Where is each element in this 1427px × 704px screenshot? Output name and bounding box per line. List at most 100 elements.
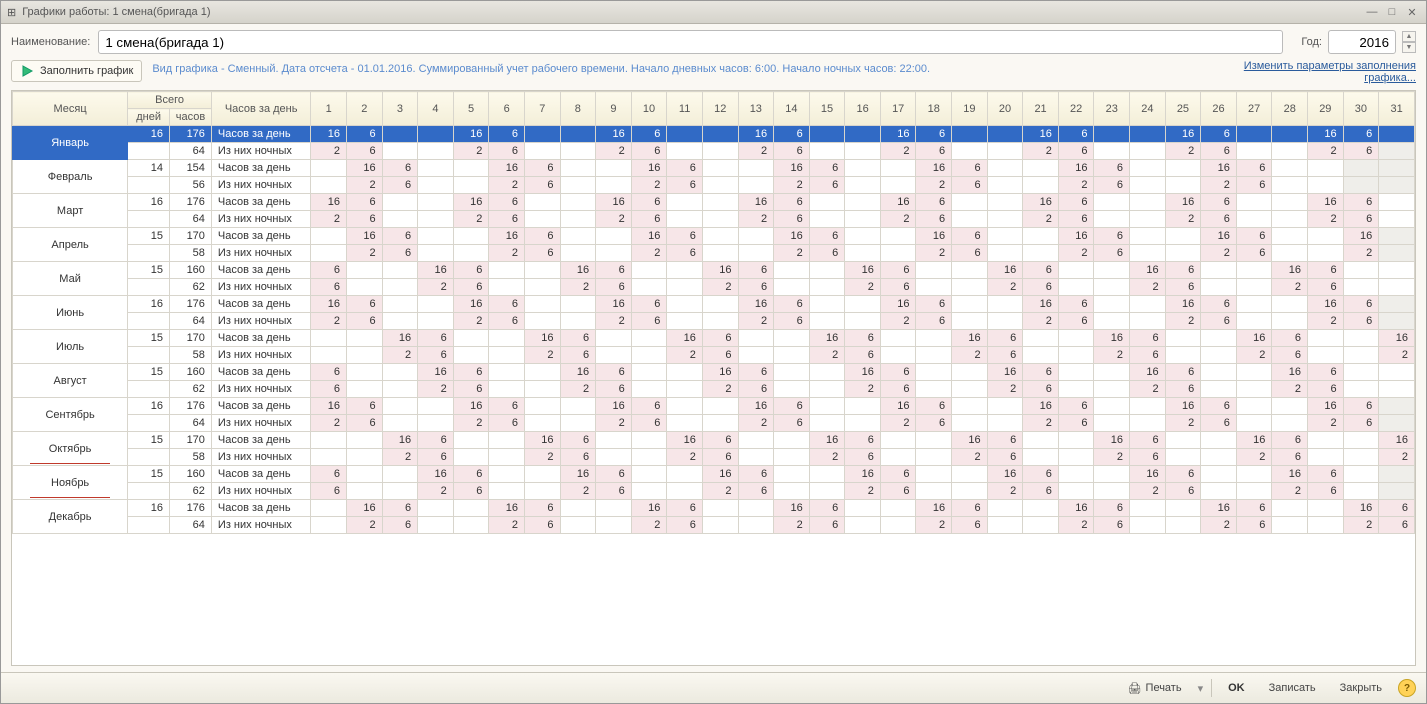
day-cell[interactable] [418,398,454,415]
day-cell[interactable] [631,381,667,398]
day-cell[interactable] [952,279,988,296]
day-cell[interactable] [1308,347,1344,364]
day-cell[interactable] [845,126,881,143]
day-cell[interactable]: 6 [1023,279,1059,296]
day-cell[interactable]: 6 [311,262,347,279]
maximize-icon[interactable]: □ [1384,4,1400,20]
year-input[interactable] [1328,30,1396,54]
day-cell[interactable] [1343,262,1379,279]
day-cell[interactable]: 2 [916,245,952,262]
day-cell[interactable] [631,449,667,466]
day-cell[interactable]: 16 [1130,262,1166,279]
day-cell[interactable]: 6 [845,330,881,347]
day-cell[interactable] [453,347,489,364]
day-cell[interactable] [1130,194,1166,211]
day-cell[interactable]: 6 [1236,228,1272,245]
day-cell[interactable]: 6 [1308,279,1344,296]
day-cell[interactable] [1272,211,1308,228]
day-cell[interactable] [1379,211,1415,228]
day-cell[interactable]: 16 [346,228,382,245]
day-cell[interactable] [1308,449,1344,466]
day-cell[interactable] [667,262,703,279]
day-cell[interactable]: 6 [1236,517,1272,534]
day-cell[interactable] [560,143,596,160]
day-cell[interactable] [1236,313,1272,330]
day-cell[interactable] [987,313,1023,330]
day-cell[interactable] [1201,330,1237,347]
day-cell[interactable]: 6 [667,160,703,177]
day-cell[interactable] [1272,194,1308,211]
day-cell[interactable]: 6 [524,228,560,245]
day-cell[interactable]: 16 [453,126,489,143]
day-cell[interactable] [916,364,952,381]
hours-cell[interactable]: 176 [170,194,212,211]
day-cell[interactable] [453,160,489,177]
day-cell[interactable]: 6 [667,228,703,245]
day-cell[interactable] [1094,398,1130,415]
day-cell[interactable] [453,177,489,194]
day-cell[interactable] [987,245,1023,262]
day-cell[interactable] [346,381,382,398]
days-cell[interactable]: 15 [128,262,170,279]
day-cell[interactable]: 6 [596,483,632,500]
hours-cell[interactable]: 176 [170,398,212,415]
day-cell[interactable] [702,296,738,313]
day-cell[interactable]: 6 [596,262,632,279]
day-cell[interactable] [1201,347,1237,364]
day-cell[interactable] [560,177,596,194]
day-cell[interactable] [489,483,525,500]
day-cell[interactable]: 6 [1023,483,1059,500]
day-cell[interactable] [916,432,952,449]
day-cell[interactable] [631,347,667,364]
day-cell[interactable] [596,347,632,364]
day-cell[interactable] [453,228,489,245]
day-cell[interactable]: 6 [1058,415,1094,432]
day-cell[interactable]: 16 [880,126,916,143]
day-cell[interactable]: 6 [702,432,738,449]
day-cell[interactable] [845,415,881,432]
day-cell[interactable] [916,483,952,500]
day-cell[interactable]: 16 [774,160,810,177]
day-cell[interactable]: 6 [382,160,418,177]
day-cell[interactable] [1165,449,1201,466]
days-cell[interactable] [128,211,170,228]
day-cell[interactable]: 6 [382,177,418,194]
day-cell[interactable]: 6 [489,313,525,330]
day-cell[interactable] [453,500,489,517]
day-cell[interactable] [774,483,810,500]
day-cell[interactable]: 16 [1379,432,1415,449]
day-cell[interactable] [1023,449,1059,466]
day-cell[interactable]: 2 [880,313,916,330]
day-cell[interactable] [489,432,525,449]
day-cell[interactable]: 2 [845,381,881,398]
day-cell[interactable]: 6 [631,313,667,330]
day-cell[interactable] [1343,177,1379,194]
day-cell[interactable] [1094,194,1130,211]
close-icon[interactable]: ✕ [1404,4,1420,20]
day-cell[interactable]: 6 [1130,347,1166,364]
day-cell[interactable]: 16 [382,330,418,347]
day-cell[interactable]: 6 [346,126,382,143]
day-cell[interactable]: 16 [1130,364,1166,381]
day-cell[interactable]: 2 [667,347,703,364]
day-cell[interactable] [952,211,988,228]
day-cell[interactable]: 16 [952,432,988,449]
day-cell[interactable]: 16 [560,262,596,279]
day-cell[interactable] [1272,177,1308,194]
day-cell[interactable] [1023,160,1059,177]
day-cell[interactable] [774,432,810,449]
day-cell[interactable] [453,330,489,347]
day-cell[interactable]: 6 [738,364,774,381]
day-cell[interactable]: 6 [809,500,845,517]
day-cell[interactable] [1094,279,1130,296]
day-cell[interactable]: 2 [596,143,632,160]
day-cell[interactable] [489,347,525,364]
day-cell[interactable]: 2 [809,449,845,466]
day-cell[interactable] [987,143,1023,160]
day-cell[interactable] [1236,296,1272,313]
day-cell[interactable] [1058,432,1094,449]
day-cell[interactable]: 6 [631,398,667,415]
day-cell[interactable]: 6 [738,466,774,483]
day-cell[interactable] [667,381,703,398]
day-cell[interactable] [738,330,774,347]
